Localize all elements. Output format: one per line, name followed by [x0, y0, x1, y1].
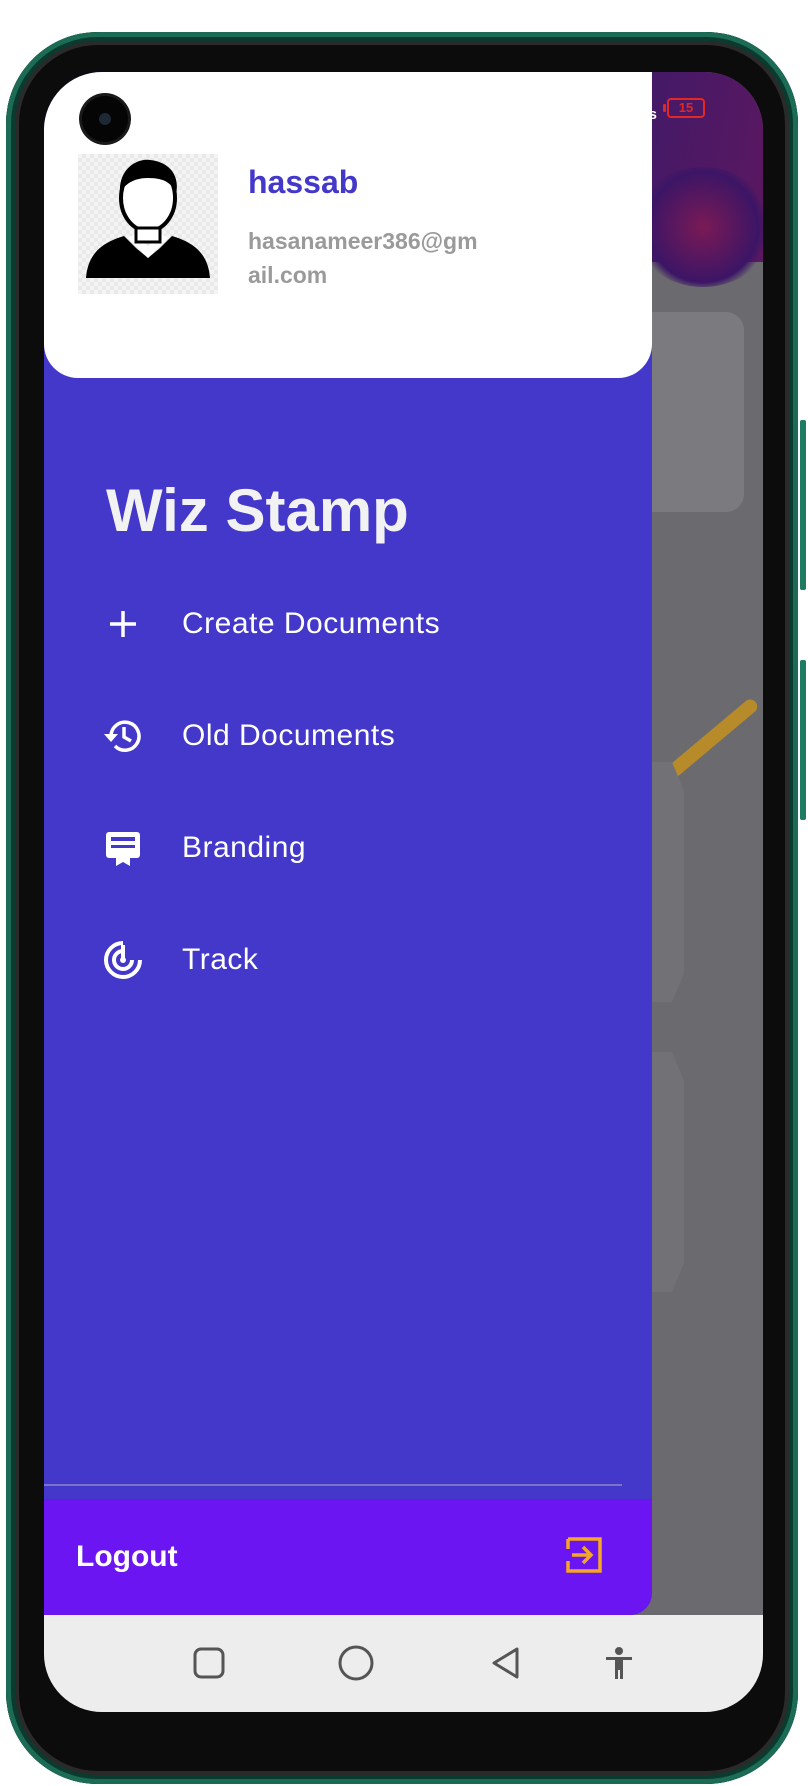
menu-item-label: Track — [182, 943, 259, 976]
menu-item-label: Create Documents — [182, 607, 441, 640]
plus-icon — [102, 603, 144, 645]
system-navigation-bar — [44, 1615, 763, 1712]
accessibility-icon[interactable] — [599, 1643, 639, 1683]
user-email: hasanameer386@gmail.com — [248, 228, 478, 288]
background-decoration — [633, 167, 763, 287]
logout-button[interactable]: Logout — [44, 1499, 652, 1615]
user-avatar-icon — [86, 159, 210, 278]
menu-item-create-documents[interactable]: Create Documents — [102, 568, 622, 680]
menu-item-label: Branding — [182, 831, 307, 864]
profile-header: hassab hasanameer386@gmail.com — [44, 72, 652, 378]
front-camera — [82, 96, 128, 142]
screen: 4 K/s 15 hassab hasanameer386@gmail.com … — [44, 72, 763, 1712]
divider — [44, 1484, 622, 1486]
logout-icon — [564, 1535, 604, 1580]
menu-item-label: Old Documents — [182, 719, 396, 752]
recents-icon[interactable] — [189, 1643, 229, 1683]
navigation-drawer: hassab hasanameer386@gmail.com Wiz Stamp… — [44, 72, 652, 1615]
menu-item-track[interactable]: Track — [102, 904, 622, 1016]
avatar[interactable] — [78, 154, 218, 294]
app-title: Wiz Stamp — [106, 477, 409, 544]
menu-item-branding[interactable]: Branding — [102, 792, 622, 904]
power-button — [800, 660, 806, 820]
track-icon — [102, 939, 144, 981]
logout-label: Logout — [76, 1540, 178, 1573]
home-icon[interactable] — [336, 1643, 376, 1683]
background-pen-illustration — [662, 696, 761, 782]
history-icon — [102, 715, 144, 757]
menu-item-old-documents[interactable]: Old Documents — [102, 680, 622, 792]
user-name: hassab — [248, 164, 359, 200]
battery-indicator: 15 — [663, 98, 705, 118]
branding-icon — [102, 827, 144, 869]
volume-button — [800, 420, 806, 590]
drawer-menu: Create Documents Old Documents Branding … — [102, 568, 622, 1016]
back-icon[interactable] — [486, 1643, 526, 1683]
